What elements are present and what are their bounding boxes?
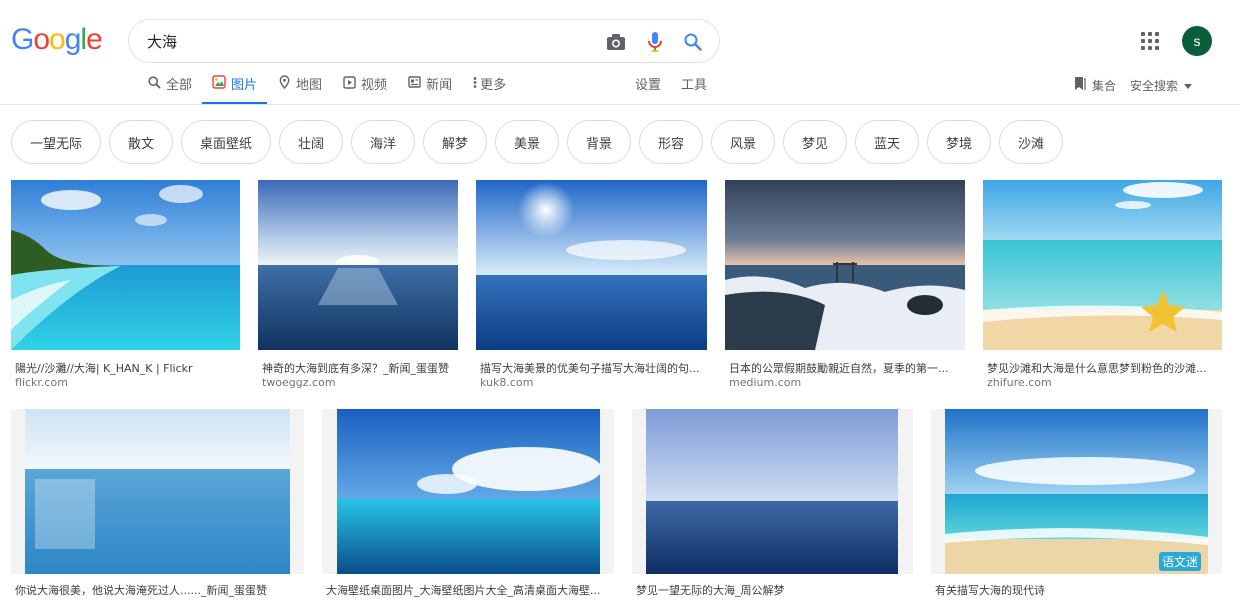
- result-thumbnail: [11, 180, 240, 350]
- collections-label: 集合: [1091, 78, 1116, 93]
- apps-grid-icon[interactable]: [1138, 29, 1162, 53]
- safe-search-label: 安全搜索: [1129, 78, 1178, 93]
- image-result[interactable]: 你说大海很美，他说大海淹死过人......_新闻_蛋蛋赞: [11, 409, 304, 599]
- tools-link[interactable]: 工具: [681, 74, 707, 93]
- result-caption: 描写大海美景的优美句子描写大海壮阔的句...: [480, 362, 700, 375]
- map-pin-icon: [277, 75, 291, 89]
- tab-images[interactable]: 图片: [202, 74, 268, 105]
- chip[interactable]: 蓝天: [855, 120, 919, 164]
- video-icon: [342, 75, 356, 89]
- microphone-icon[interactable]: [643, 30, 667, 54]
- tab-news[interactable]: 新闻: [397, 74, 462, 105]
- image-icon: [212, 75, 226, 89]
- camera-icon[interactable]: [604, 30, 628, 54]
- result-thumbnail: [258, 180, 458, 350]
- result-caption: 梦见一望无际的大海_周公解梦: [636, 584, 785, 597]
- tab-videos[interactable]: 视频: [332, 74, 397, 105]
- chip[interactable]: 背景: [567, 120, 631, 164]
- result-domain: kuk8.com: [480, 376, 534, 389]
- tab-label: 更多: [480, 78, 507, 93]
- image-result[interactable]: 语文迷 有关描写大海的现代诗: [931, 409, 1222, 599]
- result-domain: medium.com: [729, 376, 802, 389]
- tab-label: 新闻: [426, 78, 453, 93]
- search-icon: [147, 75, 161, 89]
- collections-link[interactable]: 集合: [1074, 76, 1116, 94]
- logo-letter: e: [86, 23, 103, 56]
- tab-label: 地图: [296, 78, 323, 93]
- tab-all[interactable]: 全部: [145, 74, 202, 105]
- settings-link[interactable]: 设置: [635, 74, 661, 93]
- result-caption: 有关描写大海的现代诗: [935, 584, 1045, 597]
- chip[interactable]: 风景: [711, 120, 775, 164]
- chip[interactable]: 梦见: [783, 120, 847, 164]
- image-result[interactable]: 梦见一望无际的大海_周公解梦: [632, 409, 913, 599]
- result-thumbnail: [322, 409, 614, 574]
- chip[interactable]: 桌面壁纸: [181, 120, 271, 164]
- related-chips: 一望无际 散文 桌面壁纸 壮阔 海洋 解梦 美景 背景 形容 风景 梦见 蓝天 …: [11, 120, 1063, 164]
- tab-label: 视频: [361, 78, 388, 93]
- google-logo[interactable]: Google: [11, 23, 103, 57]
- chip[interactable]: 一望无际: [11, 120, 101, 164]
- result-thumbnail: [632, 409, 913, 574]
- result-domain: twoeggz.com: [262, 376, 336, 389]
- result-thumbnail: 语文迷: [931, 409, 1222, 574]
- header-divider: [0, 104, 1240, 105]
- tab-maps[interactable]: 地图: [267, 74, 332, 105]
- result-caption: 你说大海很美，他说大海淹死过人......_新闻_蛋蛋赞: [15, 584, 267, 597]
- tab-more[interactable]: 更多: [462, 74, 516, 105]
- search-box[interactable]: 大海: [128, 19, 720, 63]
- safe-search-link[interactable]: 安全搜索: [1130, 77, 1192, 94]
- logo-letter: g: [64, 23, 82, 56]
- chip[interactable]: 壮阔: [279, 120, 343, 164]
- result-caption: 梦见沙滩和大海是什么意思梦到粉色的沙滩...: [987, 362, 1207, 375]
- image-result[interactable]: 描写大海美景的优美句子描写大海壮阔的句... kuk8.com: [476, 180, 707, 390]
- bookmark-icon: [1074, 76, 1086, 94]
- news-icon: [407, 75, 421, 89]
- result-thumbnail: [476, 180, 707, 350]
- result-domain: zhifure.com: [987, 376, 1052, 389]
- chip[interactable]: 解梦: [423, 120, 487, 164]
- search-tabs: 全部 图片 地图 视频 新闻 更多: [145, 74, 516, 105]
- image-result[interactable]: 神奇的大海到底有多深？_新闻_蛋蛋赞 twoeggz.com: [258, 180, 458, 390]
- result-thumbnail: [11, 409, 304, 574]
- image-result[interactable]: 日本的公眾假期鼓勵親近自然，夏季的第一... medium.com: [725, 180, 965, 390]
- chip[interactable]: 沙滩: [999, 120, 1063, 164]
- logo-letter: G: [11, 23, 34, 56]
- result-caption: 陽光//沙灘//大海| K_HAN_K | Flickr: [15, 362, 193, 375]
- search-icon[interactable]: [681, 30, 705, 54]
- chip[interactable]: 散文: [109, 120, 173, 164]
- chip[interactable]: 梦境: [927, 120, 991, 164]
- logo-letter: o: [33, 23, 50, 56]
- image-result[interactable]: 陽光//沙灘//大海| K_HAN_K | Flickr flickr.com: [11, 180, 240, 390]
- chip[interactable]: 海洋: [351, 120, 415, 164]
- logo-letter: o: [49, 23, 66, 56]
- image-result[interactable]: 大海壁纸桌面图片_大海壁纸图片大全_高清桌面大海壁...: [322, 409, 614, 599]
- chip[interactable]: 形容: [639, 120, 703, 164]
- result-thumbnail: [725, 180, 965, 350]
- search-input[interactable]: 大海: [147, 31, 177, 52]
- chip[interactable]: 美景: [495, 120, 559, 164]
- result-caption: 日本的公眾假期鼓勵親近自然，夏季的第一...: [729, 362, 949, 375]
- result-caption: 大海壁纸桌面图片_大海壁纸图片大全_高清桌面大海壁...: [326, 584, 601, 597]
- avatar[interactable]: s: [1182, 26, 1212, 56]
- result-domain: flickr.com: [15, 376, 68, 389]
- more-icon: [472, 75, 478, 89]
- tab-label: 全部: [166, 78, 193, 93]
- caret-down-icon: [1184, 78, 1192, 92]
- image-result[interactable]: 梦见沙滩和大海是什么意思梦到粉色的沙滩... zhifure.com: [983, 180, 1222, 390]
- watermark-badge: 语文迷: [1159, 552, 1202, 571]
- result-thumbnail: [983, 180, 1222, 350]
- tab-label: 图片: [231, 78, 258, 93]
- result-caption: 神奇的大海到底有多深？_新闻_蛋蛋赞: [262, 362, 449, 375]
